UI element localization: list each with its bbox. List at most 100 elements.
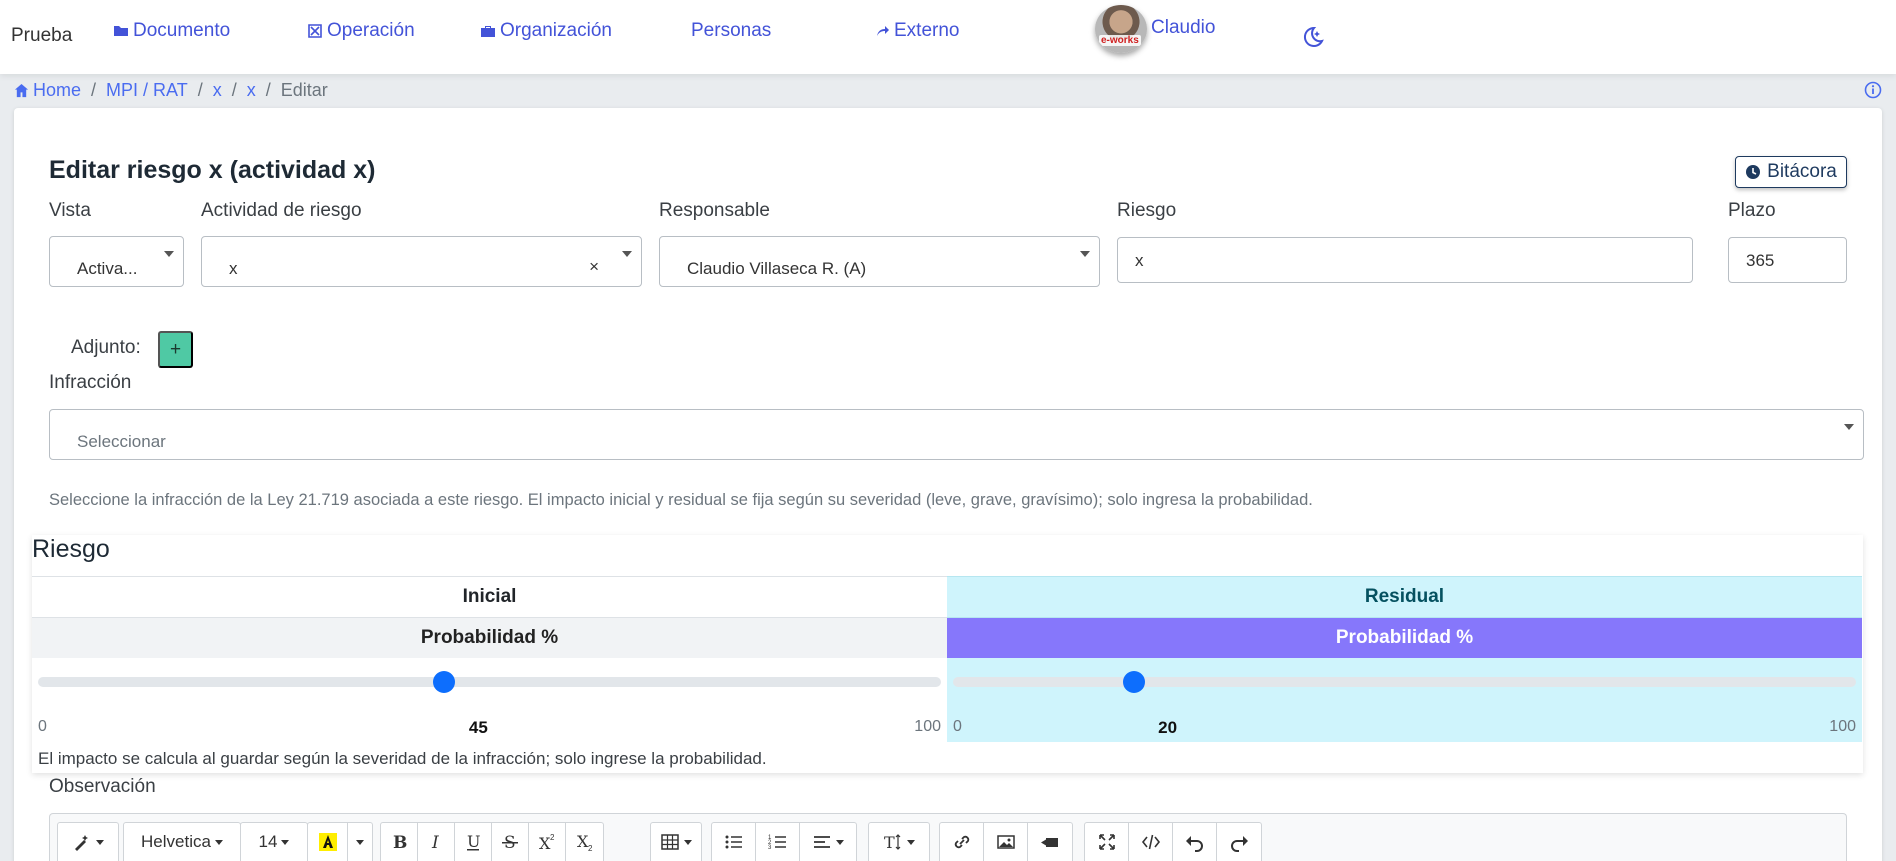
nav-personas[interactable]: Personas: [691, 20, 771, 42]
paragraph-align-button[interactable]: [800, 823, 856, 861]
image-button[interactable]: [984, 823, 1028, 861]
breadcrumb-home[interactable]: Home: [14, 80, 81, 101]
link-icon: [954, 835, 969, 849]
fullscreen-button[interactable]: [1085, 823, 1129, 861]
initial-value: 45: [468, 718, 488, 737]
superscript-button[interactable]: X2: [529, 823, 566, 861]
strikethrough-icon: S: [502, 833, 518, 852]
initial-column: Inicial Probabilidad % 0 45 100: [32, 576, 947, 742]
nav-organizacion[interactable]: Organización: [480, 20, 612, 42]
nav-operacion[interactable]: Operación: [307, 20, 415, 42]
infraccion-help: Seleccione la infracción de la Ley 21.71…: [49, 491, 1313, 509]
bitacora-button[interactable]: Bitácora: [1735, 156, 1847, 188]
underline-icon: U: [467, 832, 480, 851]
folder-icon: [114, 26, 128, 36]
actividad-label: Actividad de riesgo: [201, 200, 362, 221]
svg-text:I: I: [431, 833, 439, 852]
breadcrumb-item-x1[interactable]: x: [213, 80, 222, 101]
line-height-button[interactable]: T: [869, 823, 929, 861]
plazo-input[interactable]: 365: [1728, 237, 1847, 283]
breadcrumb-separator: /: [231, 80, 237, 100]
home-icon: [14, 83, 29, 98]
fullscreen-icon: [1098, 834, 1115, 850]
ordered-list-button[interactable]: 123: [756, 823, 800, 861]
riesgo-value: x: [1135, 251, 1144, 270]
brand-name[interactable]: Prueba: [11, 25, 72, 47]
breadcrumb-mpi-rat[interactable]: MPI / RAT: [106, 80, 188, 101]
breadcrumb-item-x2[interactable]: x: [247, 80, 256, 101]
responsable-select[interactable]: Claudio Villaseca R. (A): [659, 236, 1100, 287]
residual-probability-slider[interactable]: [953, 671, 1856, 693]
bullet-list-icon: [725, 835, 742, 849]
bold-button[interactable]: B: [381, 823, 418, 861]
nav-organizacion-label: Organización: [500, 20, 612, 41]
residual-column: Residual Probabilidad % 0 20 100: [947, 576, 1862, 742]
actividad-select[interactable]: x ×: [201, 236, 642, 287]
user-avatar[interactable]: e-works: [1095, 5, 1147, 53]
infraccion-label: Infracción: [49, 372, 132, 393]
breadcrumb-separator: /: [197, 80, 203, 100]
vista-value: Activa...: [77, 259, 138, 278]
undo-button[interactable]: [1173, 823, 1217, 861]
undo-icon: [1185, 836, 1203, 852]
code-icon: [1141, 834, 1160, 850]
infraccion-select[interactable]: Seleccionar: [49, 409, 1864, 460]
highlight-a-icon: [318, 833, 337, 851]
video-icon: [1041, 838, 1058, 847]
toolbar-insert-group: [939, 822, 1073, 861]
plazo-label: Plazo: [1728, 200, 1776, 221]
residual-slider-thumb[interactable]: [1122, 671, 1145, 693]
responsable-label: Responsable: [659, 200, 770, 221]
nav-personas-label: Personas: [691, 20, 772, 41]
numbered-list-icon: 123: [768, 835, 786, 851]
riesgo-input[interactable]: x: [1117, 237, 1693, 283]
residual-heading: Residual: [947, 577, 1862, 618]
vista-select[interactable]: Activa...: [49, 236, 184, 287]
toolbar-color-group: [307, 822, 373, 861]
breadcrumb-home-label: Home: [33, 80, 82, 100]
initial-probability-slider[interactable]: [38, 671, 941, 693]
add-attachment-button[interactable]: +: [158, 331, 193, 368]
briefcase-icon: [481, 26, 495, 37]
code-view-button[interactable]: [1129, 823, 1173, 861]
toolbar-list-group: 123: [711, 822, 857, 861]
clock-icon: [1746, 165, 1761, 179]
nav-externo[interactable]: Externo: [874, 20, 959, 42]
nav-operacion-label: Operación: [327, 20, 415, 41]
toolbar-height-group: T: [868, 822, 930, 861]
text-color-button[interactable]: [308, 823, 348, 861]
initial-prob-heading: Probabilidad %: [32, 618, 947, 658]
user-name[interactable]: Claudio: [1151, 17, 1215, 39]
initial-slider-thumb[interactable]: [433, 671, 456, 693]
riesgo-label: Riesgo: [1117, 200, 1177, 221]
clear-icon[interactable]: ×: [589, 257, 599, 277]
svg-text:3: 3: [768, 845, 772, 851]
text-color-dropdown[interactable]: [348, 823, 372, 861]
top-navbar: Prueba Documento Operación Organización …: [0, 0, 1896, 74]
table-button[interactable]: [651, 823, 701, 861]
unordered-list-button[interactable]: [712, 823, 756, 861]
actividad-value: x: [229, 259, 238, 278]
style-button[interactable]: [58, 823, 118, 861]
moon-stars-icon[interactable]: [1299, 24, 1325, 50]
font-size-button[interactable]: 14: [241, 823, 307, 861]
underline-button[interactable]: U: [455, 823, 492, 861]
breadcrumb-separator: /: [91, 80, 97, 100]
nav-documento[interactable]: Documento: [113, 20, 230, 42]
video-button[interactable]: [1028, 823, 1072, 861]
bold-icon: B: [393, 833, 407, 852]
italic-button[interactable]: I: [418, 823, 455, 861]
chevron-down-icon: [622, 251, 632, 257]
font-family-button[interactable]: Helvetica: [124, 823, 240, 861]
info-icon[interactable]: [1864, 81, 1882, 99]
page-title: Editar riesgo x (actividad x): [49, 156, 376, 184]
risk-panel: Riesgo Inicial Probabilidad % 0 45 100 R…: [32, 535, 1863, 773]
adjunto-label: Adjunto:: [71, 337, 141, 358]
link-button[interactable]: [940, 823, 984, 861]
subscript-button[interactable]: X2: [566, 823, 603, 861]
breadcrumb-separator: /: [265, 80, 271, 100]
redo-icon: [1231, 836, 1248, 852]
redo-button[interactable]: [1217, 823, 1261, 861]
strikethrough-button[interactable]: S: [492, 823, 529, 861]
residual-prob-heading: Probabilidad %: [947, 618, 1862, 658]
